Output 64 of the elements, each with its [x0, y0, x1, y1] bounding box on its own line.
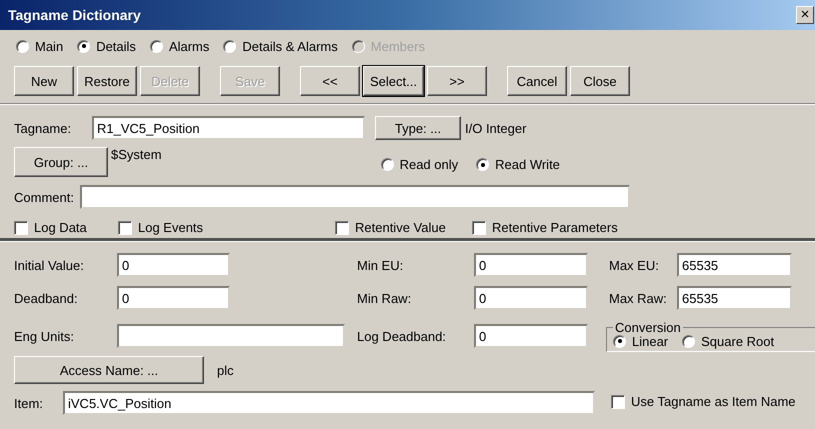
log-deadband-field[interactable]: 0	[474, 324, 588, 348]
radio-button[interactable]	[476, 158, 490, 171]
max-raw-field[interactable]: 65535	[677, 286, 792, 310]
min-raw-field[interactable]: 0	[474, 286, 588, 310]
deadband-field[interactable]: 0	[117, 286, 230, 310]
toolbar-button[interactable]: Select...	[363, 66, 424, 96]
type-value: I/O Integer	[465, 120, 526, 136]
min-eu-field[interactable]: 0	[474, 253, 588, 277]
log-deadband-label: Log Deadband:	[357, 328, 447, 344]
toolbar-button[interactable]: <<	[300, 66, 360, 96]
deadband-label: Deadband:	[14, 290, 79, 306]
checkbox-label: Use Tagname as Item Name	[631, 394, 796, 410]
radio-button[interactable]	[150, 40, 163, 52]
group-value: $System	[111, 147, 162, 162]
checkbox-label: Log Events	[138, 220, 204, 236]
close-button[interactable]: ×	[796, 6, 814, 24]
radio-button[interactable]	[223, 40, 236, 52]
access-name-button[interactable]: Access Name: ...	[14, 356, 204, 384]
radio-label: Read only	[400, 157, 458, 172]
max-eu-field[interactable]: 65535	[677, 253, 792, 277]
radio-label: Details	[96, 38, 136, 54]
checkbox[interactable]	[335, 220, 349, 235]
toolbar-button[interactable]: New	[14, 66, 74, 96]
max-eu-label: Max EU:	[609, 258, 660, 272]
checkbox[interactable]	[14, 220, 28, 235]
initial-value-field[interactable]: 0	[117, 253, 230, 277]
radio-button[interactable]	[77, 40, 90, 52]
type-button[interactable]: Type: ...	[375, 116, 461, 140]
radio-label: Linear	[632, 334, 668, 348]
toolbar-button[interactable]: Close	[570, 66, 630, 96]
radio-button[interactable]	[682, 334, 696, 348]
item-label: Item:	[14, 396, 44, 410]
tagname-label: Tagname:	[14, 120, 72, 136]
initial-value-label: Initial Value:	[14, 258, 85, 272]
comment-field[interactable]	[80, 185, 630, 209]
toolbar-button[interactable]: Restore	[77, 66, 137, 96]
radio-label: Details & Alarms	[242, 38, 338, 54]
group-button[interactable]: Group: ...	[14, 147, 108, 177]
window-title: Tagname Dictionary	[8, 7, 141, 23]
checkbox-label: Retentive Parameters	[492, 220, 618, 236]
checkbox[interactable]	[118, 220, 132, 235]
min-raw-label: Min Raw:	[357, 290, 412, 306]
tagname-field[interactable]: R1_VC5_Position	[92, 116, 365, 140]
checkbox-label: Retentive Value	[355, 220, 446, 236]
min-eu-label: Min EU:	[357, 258, 404, 272]
radio-button[interactable]	[380, 158, 394, 171]
radio-label: Read Write	[495, 157, 560, 172]
max-raw-label: Max Raw:	[609, 290, 668, 306]
conversion-title: Conversion	[614, 320, 682, 335]
checkbox[interactable]	[472, 220, 486, 235]
eng-units-field[interactable]	[117, 324, 345, 348]
eng-units-label: Eng Units:	[14, 328, 75, 344]
radio-label: Alarms	[168, 38, 210, 54]
toolbar-button[interactable]: Cancel	[506, 66, 567, 96]
access-name-value: plc	[217, 362, 234, 378]
radio-button[interactable]	[16, 40, 29, 52]
toolbar-button[interactable]: >>	[426, 66, 487, 96]
radio-label: Square Root	[701, 334, 774, 348]
checkbox-label: Log Data	[34, 220, 87, 236]
radio-label: Main	[35, 38, 64, 54]
item-field[interactable]: iVC5.VC_Position	[63, 391, 595, 415]
comment-label: Comment:	[14, 190, 75, 204]
checkbox[interactable]	[611, 394, 625, 409]
radio-button[interactable]	[613, 334, 626, 348]
